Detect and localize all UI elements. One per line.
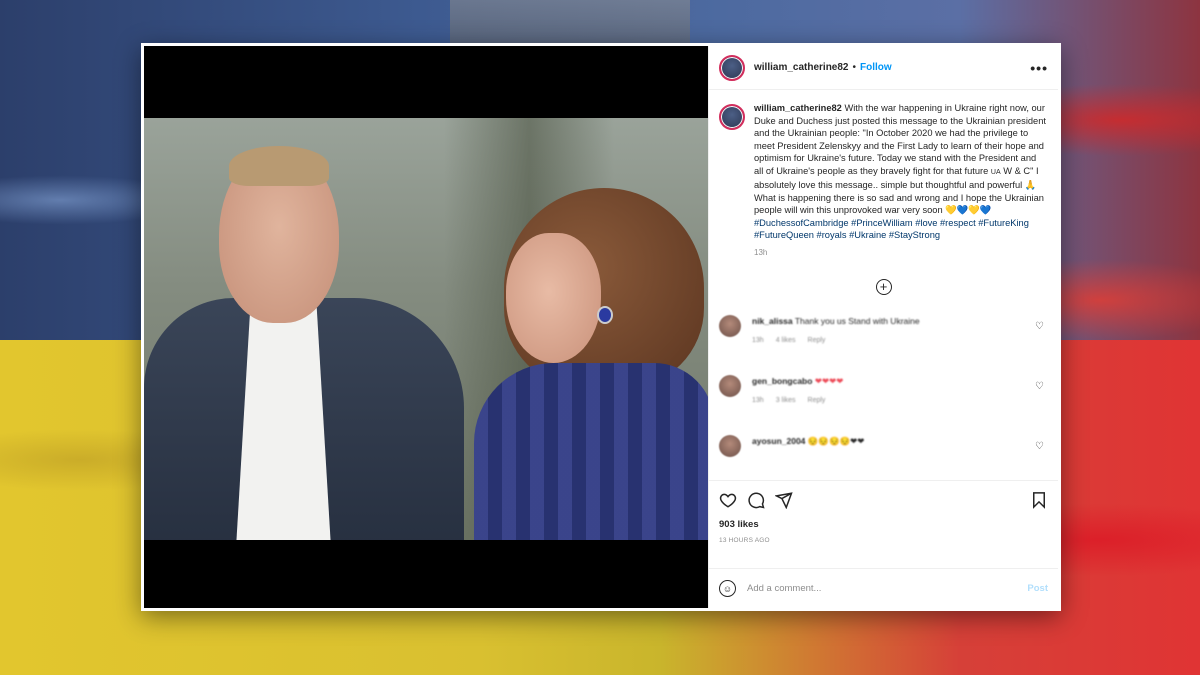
post-timestamp: 13 HOURS AGO [719, 537, 770, 544]
plus-circle-icon[interactable]: + [875, 278, 892, 295]
author-username[interactable]: william_catherine82 [754, 62, 849, 73]
post-header: william_catherine82 • Follow ••• [709, 46, 1058, 90]
comment-item: nik_alissa Thank you us Stand with Ukrai… [719, 314, 1048, 375]
comment-avatar[interactable] [719, 434, 741, 457]
comment-item: ayosun_2004 😔😔😔😔❤❤ ♡ [719, 434, 1048, 481]
comment-username[interactable]: nik_alissa [752, 316, 793, 326]
post-media [144, 46, 708, 608]
comment-item: gen_bongcabo ❤❤❤❤ 13h 3 likes Reply ♡ [719, 374, 1048, 435]
bookmark-icon[interactable] [1030, 491, 1048, 509]
post-caption: william_catherine82 With the war happeni… [719, 102, 1048, 257]
comment-text: Thank you us Stand with Ukraine [794, 315, 920, 326]
add-comment-bar: ☺ Post [709, 568, 1058, 608]
comments-section[interactable]: william_catherine82 With the war happeni… [709, 90, 1058, 480]
comment-text: ❤❤❤❤ [814, 375, 844, 386]
heart-icon[interactable] [719, 491, 737, 509]
comment-username[interactable]: gen_bongcabo [752, 376, 812, 386]
comment-icon[interactable] [747, 491, 765, 509]
like-comment-heart-icon[interactable]: ♡ [1035, 441, 1044, 452]
ua-flag: UA [990, 168, 1001, 176]
post-photo [144, 118, 708, 540]
post-side-panel: william_catherine82 • Follow ••• william… [708, 46, 1058, 608]
caption-timestamp: 13h [754, 247, 768, 257]
caption-hashtags[interactable]: #DuchessofCambridge #PrinceWilliam #love… [754, 218, 1029, 241]
comment-text: 😔😔😔😔❤❤ [807, 435, 865, 446]
caption-username[interactable]: william_catherine82 [754, 103, 842, 113]
comment-meta: 13h 3 likes Reply [752, 396, 826, 404]
post-actions: 903 likes 13 HOURS AGO [709, 480, 1058, 568]
instagram-post-card: william_catherine82 • Follow ••• william… [141, 43, 1061, 611]
caption-text: william_catherine82 With the war happeni… [754, 103, 1046, 241]
comment-avatar[interactable] [719, 374, 741, 397]
like-count[interactable]: 903 likes [719, 519, 1048, 530]
like-comment-heart-icon[interactable]: ♡ [1035, 321, 1044, 332]
caption-avatar[interactable] [719, 104, 745, 130]
post-comment-button[interactable]: Post [1027, 583, 1048, 594]
comment-username[interactable]: ayosun_2004 [752, 436, 805, 446]
separator-dot: • [852, 62, 857, 73]
follow-button[interactable]: Follow [860, 62, 892, 73]
share-icon[interactable] [775, 491, 793, 509]
emoji-icon[interactable]: ☺ [719, 580, 736, 597]
comment-meta: 13h 4 likes Reply [752, 336, 826, 344]
comment-avatar[interactable] [719, 314, 741, 337]
more-options-icon[interactable]: ••• [1030, 60, 1048, 76]
load-more-comments: + [719, 278, 1048, 295]
like-comment-heart-icon[interactable]: ♡ [1035, 381, 1044, 392]
comment-input[interactable] [747, 583, 1028, 594]
author-avatar[interactable] [719, 54, 745, 81]
